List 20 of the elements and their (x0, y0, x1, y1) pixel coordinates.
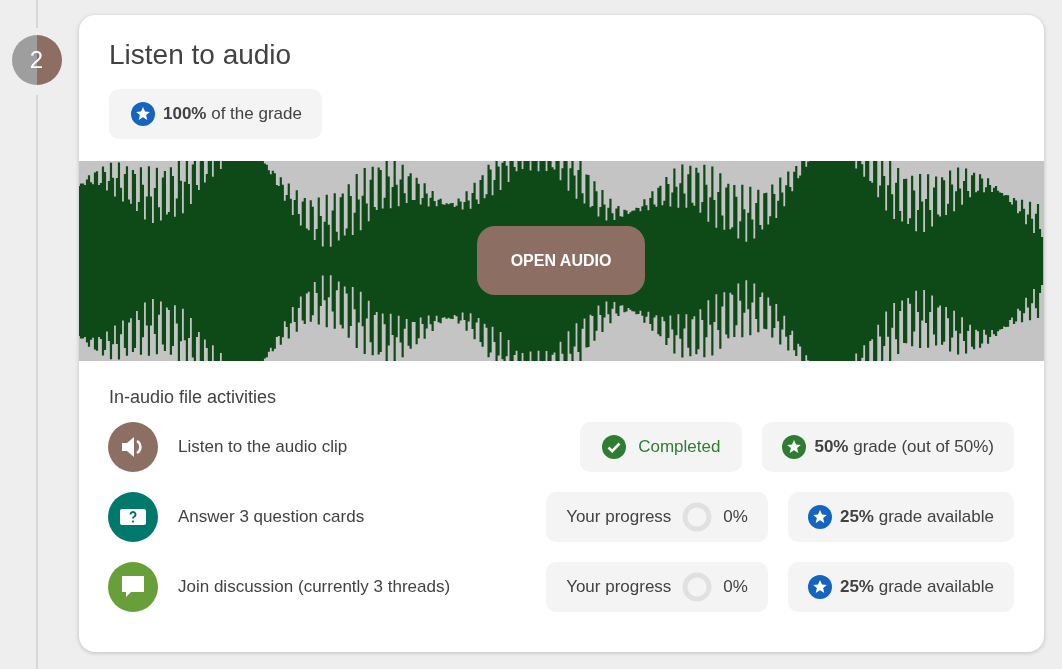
card-title: Listen to audio (109, 39, 293, 71)
progress-value: 0% (723, 577, 748, 597)
question-card-icon (108, 492, 158, 542)
grade-text: 25% grade available (839, 507, 994, 527)
section-heading: In-audio file activities (109, 387, 278, 408)
progress-label: Your progress (566, 577, 672, 597)
activity-label: Answer 3 question cards (178, 507, 365, 527)
activity-label: Join discussion (currently 3 threads) (178, 577, 451, 597)
status-text: Completed (638, 437, 721, 457)
open-audio-button[interactable]: OPEN AUDIO (477, 226, 645, 295)
activity-label: Listen to the audio clip (178, 437, 348, 457)
progress-label: Your progress (566, 507, 672, 527)
grade-text: 50% grade (out of 50%) (814, 437, 994, 457)
check-icon (602, 435, 627, 459)
speaker-icon (108, 422, 158, 472)
grade-text: 100% of the grade (163, 104, 302, 124)
step-number: 2 (11, 35, 62, 85)
grade-text: 25% grade available (839, 577, 994, 597)
progress-value: 0% (723, 507, 748, 527)
chat-bubble-icon (108, 562, 158, 612)
